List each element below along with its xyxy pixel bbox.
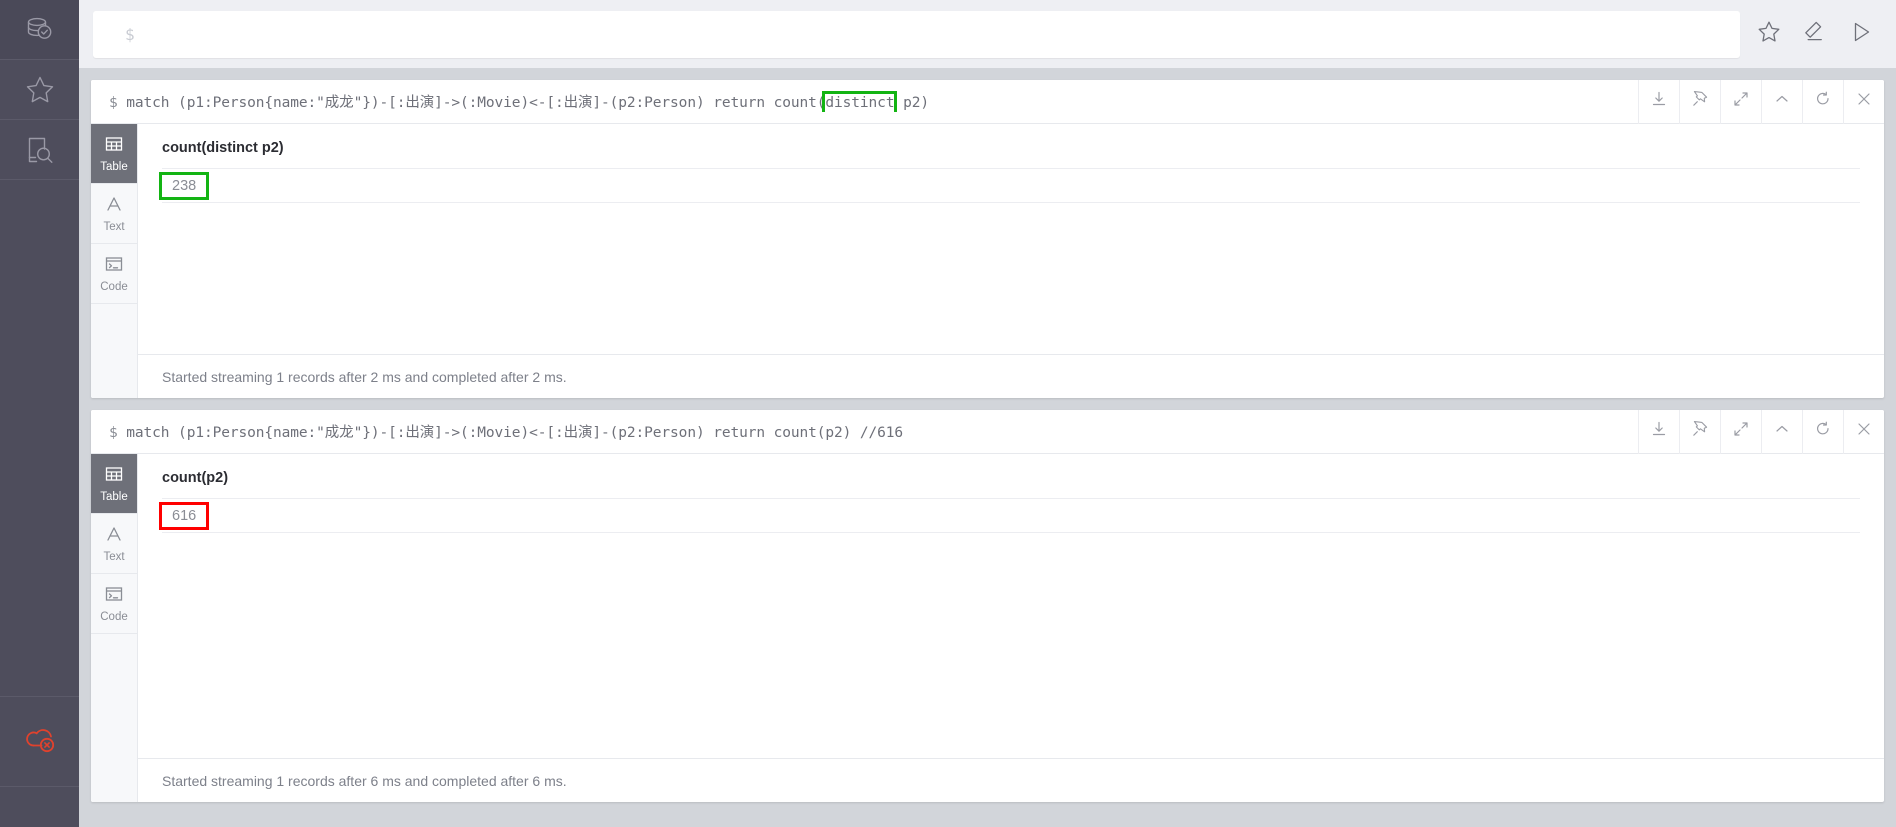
frame-download-button[interactable] bbox=[1638, 80, 1679, 124]
frame-query-after: p2) bbox=[894, 95, 929, 111]
database-check-icon bbox=[23, 13, 57, 47]
expand-icon bbox=[1732, 420, 1750, 443]
app-root: $ $ match (p1:Person{name:"成龙"})-[:出演]->… bbox=[0, 0, 1896, 827]
view-tab-text-label: Text bbox=[103, 551, 125, 563]
table-icon bbox=[104, 464, 124, 487]
text-icon bbox=[104, 194, 124, 217]
frame-body: Table Text bbox=[91, 454, 1884, 802]
view-tab-code[interactable]: Code bbox=[91, 244, 137, 304]
code-icon bbox=[104, 254, 124, 277]
frame-rerun-button[interactable] bbox=[1802, 80, 1843, 124]
editor-run-button[interactable] bbox=[1838, 11, 1884, 58]
view-tabs-filler bbox=[91, 634, 137, 802]
view-tab-code-label: Code bbox=[100, 611, 128, 623]
frame-query-before: match (p1:Person{name:"成龙"})-[:出演]->(:Mo… bbox=[126, 95, 826, 111]
editor-actions bbox=[1740, 11, 1884, 58]
sidebar-item-connection-status[interactable] bbox=[0, 697, 79, 787]
frame-buttons bbox=[1638, 80, 1884, 124]
document-search-icon bbox=[23, 133, 57, 167]
view-tab-table-label: Table bbox=[100, 491, 128, 503]
frame-close-button[interactable] bbox=[1843, 80, 1884, 124]
frame-status-bar: Started streaming 1 records after 2 ms a… bbox=[138, 354, 1884, 398]
frame-buttons bbox=[1638, 410, 1884, 454]
frame-query-text[interactable]: $ match (p1:Person{name:"成龙"})-[:出演]->(:… bbox=[91, 91, 1638, 112]
view-tabs: Table Text Code bbox=[91, 454, 138, 802]
sidebar-item-documents[interactable] bbox=[0, 120, 79, 180]
view-tab-text[interactable]: Text bbox=[91, 514, 137, 574]
frame-header: $ match (p1:Person{name:"成龙"})-[:出演]->(:… bbox=[91, 410, 1884, 454]
play-icon bbox=[1848, 19, 1874, 50]
result-table: count(distinct p2) 238 bbox=[138, 124, 1884, 354]
frame-collapse-button[interactable] bbox=[1761, 80, 1802, 124]
frame-body: Table Text bbox=[91, 124, 1884, 398]
refresh-icon bbox=[1814, 90, 1832, 113]
view-tab-table[interactable]: Table bbox=[91, 124, 137, 184]
view-tab-code-label: Code bbox=[100, 281, 128, 293]
sidebar-tail bbox=[0, 787, 79, 827]
refresh-icon bbox=[1814, 420, 1832, 443]
result-table: count(p2) 616 bbox=[138, 454, 1884, 758]
table-icon bbox=[104, 134, 124, 157]
sidebar-spacer bbox=[0, 180, 79, 697]
table-cell-value: 616 bbox=[159, 501, 209, 530]
table-cell-value: 238 bbox=[159, 171, 209, 200]
table-row: 616 bbox=[159, 499, 1860, 533]
view-tabs-filler bbox=[91, 304, 137, 398]
query-editor[interactable]: $ bbox=[93, 10, 1740, 58]
frame-prompt: $ bbox=[109, 95, 118, 111]
frame-rerun-button[interactable] bbox=[1802, 410, 1843, 454]
main-column: $ $ match (p1:Person{name:"成龙"})-[:出演]->… bbox=[79, 0, 1896, 827]
frame-query-text[interactable]: $ match (p1:Person{name:"成龙"})-[:出演]->(:… bbox=[91, 421, 1638, 442]
view-tab-code[interactable]: Code bbox=[91, 574, 137, 634]
star-icon bbox=[1756, 19, 1782, 50]
expand-icon bbox=[1732, 90, 1750, 113]
frame-download-button[interactable] bbox=[1638, 410, 1679, 454]
editor-bar: $ bbox=[79, 0, 1896, 68]
result-area: count(distinct p2) 238 Started streaming… bbox=[138, 124, 1884, 398]
close-icon bbox=[1855, 90, 1873, 113]
download-icon bbox=[1650, 90, 1668, 113]
result-frame: $ match (p1:Person{name:"成龙"})-[:出演]->(:… bbox=[91, 80, 1884, 398]
frame-header: $ match (p1:Person{name:"成龙"})-[:出演]->(:… bbox=[91, 80, 1884, 124]
view-tab-table[interactable]: Table bbox=[91, 454, 137, 514]
editor-prompt: $ bbox=[125, 24, 135, 44]
sidebar-item-favorites[interactable] bbox=[0, 60, 79, 120]
frame-query-highlight: distinct bbox=[822, 91, 898, 112]
left-sidebar bbox=[0, 0, 79, 827]
view-tab-text-label: Text bbox=[103, 221, 125, 233]
download-icon bbox=[1650, 420, 1668, 443]
view-tab-table-label: Table bbox=[100, 161, 128, 173]
frame-pin-button[interactable] bbox=[1679, 80, 1720, 124]
chevron-up-icon bbox=[1773, 420, 1791, 443]
close-icon bbox=[1855, 420, 1873, 443]
table-column-header: count(p2) bbox=[162, 470, 1860, 499]
frame-collapse-button[interactable] bbox=[1761, 410, 1802, 454]
frame-prompt: $ bbox=[109, 425, 118, 441]
cloud-disconnected-icon bbox=[20, 719, 60, 764]
chevron-up-icon bbox=[1773, 90, 1791, 113]
pin-icon bbox=[1691, 420, 1709, 443]
view-tab-text[interactable]: Text bbox=[91, 184, 137, 244]
frames-container: $ match (p1:Person{name:"成龙"})-[:出演]->(:… bbox=[79, 68, 1896, 827]
frame-close-button[interactable] bbox=[1843, 410, 1884, 454]
text-icon bbox=[104, 524, 124, 547]
star-icon bbox=[23, 73, 57, 107]
editor-clear-button[interactable] bbox=[1792, 11, 1838, 58]
frame-query-before: match (p1:Person{name:"成龙"})-[:出演]->(:Mo… bbox=[126, 425, 904, 441]
frame-status-bar: Started streaming 1 records after 6 ms a… bbox=[138, 758, 1884, 802]
frame-expand-button[interactable] bbox=[1720, 410, 1761, 454]
table-row: 238 bbox=[159, 169, 1860, 203]
pin-icon bbox=[1691, 90, 1709, 113]
eraser-icon bbox=[1802, 19, 1828, 50]
result-area: count(p2) 616 Started streaming 1 record… bbox=[138, 454, 1884, 802]
table-column-header: count(distinct p2) bbox=[162, 140, 1860, 169]
view-tabs: Table Text Code bbox=[91, 124, 138, 398]
frame-pin-button[interactable] bbox=[1679, 410, 1720, 454]
editor-favorite-button[interactable] bbox=[1746, 11, 1792, 58]
sidebar-item-database[interactable] bbox=[0, 0, 79, 60]
frame-expand-button[interactable] bbox=[1720, 80, 1761, 124]
code-icon bbox=[104, 584, 124, 607]
result-frame: $ match (p1:Person{name:"成龙"})-[:出演]->(:… bbox=[91, 410, 1884, 802]
